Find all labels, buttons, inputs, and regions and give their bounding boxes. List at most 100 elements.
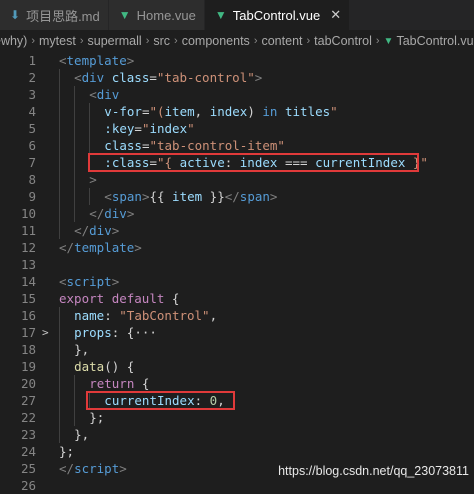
code-line[interactable]: 13 — [0, 256, 474, 273]
code-token: export — [59, 291, 105, 306]
indent-guide — [74, 120, 76, 137]
line-number: 6 — [28, 138, 36, 153]
breadcrumb-item[interactable]: supermall — [88, 34, 142, 48]
code-line[interactable]: 9 <span>{{ item }}</span> — [0, 188, 474, 205]
code-token: "tab-control-item" — [149, 138, 285, 153]
indent-guide — [74, 103, 76, 120]
code-line[interactable]: 20 return { — [0, 375, 474, 392]
code-line[interactable]: 6 class="tab-control-item" — [0, 137, 474, 154]
code-line[interactable]: 2 <div class="tab-control"> — [0, 69, 474, 86]
code-line[interactable]: 8 > — [0, 171, 474, 188]
code-token: > — [111, 223, 120, 238]
code-line[interactable]: 15 export default { — [0, 290, 474, 307]
indent-guide — [59, 120, 60, 137]
breadcrumb-item[interactable]: ewhy) — [0, 34, 27, 48]
code-line[interactable]: 5:key="index" — [0, 120, 474, 137]
code-token: () { — [104, 359, 135, 374]
code-line[interactable]: 22}; — [0, 409, 474, 426]
indent-guide — [59, 426, 60, 443]
code-line[interactable]: 18}, — [0, 341, 474, 358]
indent-guide — [89, 120, 91, 137]
code-line[interactable]: 19 data() { — [0, 358, 474, 375]
code-token: item — [164, 104, 195, 119]
code-line[interactable]: 26 — [0, 477, 474, 494]
code-token: script — [66, 274, 112, 289]
line-number: 19 — [20, 359, 36, 374]
code-token: > — [119, 461, 127, 476]
close-icon[interactable]: ✕ — [330, 7, 341, 23]
code-text: <div class="tab-control"> — [74, 69, 262, 86]
line-number: 4 — [28, 104, 36, 119]
line-number: 20 — [20, 376, 36, 391]
breadcrumb-item[interactable]: mytest — [39, 34, 76, 48]
code-line[interactable]: 1 <template> — [0, 52, 474, 69]
tab-0[interactable]: ⬇ 项目思路.md — [0, 0, 109, 30]
tab-label: Home.vue — [136, 7, 196, 23]
code-line[interactable]: 11 </div> — [0, 222, 474, 239]
code-token: </ — [224, 189, 240, 204]
chevron-right-icon: › — [306, 35, 311, 47]
line-number: 25 — [20, 461, 36, 476]
code-token: div — [89, 223, 112, 238]
code-text: class="tab-control-item" — [104, 137, 285, 154]
code-editor[interactable]: 1 <template> 2 <div class="tab-control"> 3 <d… — [0, 52, 474, 493]
code-line[interactable]: 14 <script> — [0, 273, 474, 290]
code-token: < — [59, 274, 67, 289]
code-line[interactable]: 3 <div — [0, 86, 474, 103]
code-text: data() { — [74, 358, 134, 375]
breadcrumb-item[interactable]: tabControl — [314, 34, 372, 48]
breadcrumb-item[interactable]: content — [261, 34, 302, 48]
code-token: { — [164, 291, 180, 306]
code-token: : { — [111, 325, 135, 340]
code-line[interactable]: 23}, — [0, 426, 474, 443]
line-number: 13 — [20, 257, 36, 272]
code-token: data — [74, 359, 105, 374]
indent-guide — [59, 188, 60, 205]
code-line[interactable]: 17 > props: {··· — [0, 324, 474, 341]
code-line[interactable]: 24}; — [0, 443, 474, 460]
code-token: index — [209, 104, 248, 119]
code-text: }; — [89, 409, 104, 426]
code-token: template — [74, 240, 135, 255]
code-text: name: "TabControl", — [74, 307, 217, 324]
code-token: = — [149, 70, 157, 85]
code-token: template — [66, 53, 127, 68]
code-token: </ — [59, 461, 75, 476]
code-token: span — [239, 189, 270, 204]
indent-guide — [59, 341, 60, 358]
line-number: 27 — [20, 393, 36, 408]
code-text: export default { — [59, 290, 179, 307]
code-token: default — [111, 291, 165, 306]
code-line[interactable]: 27 currentIndex: 0, — [0, 392, 474, 409]
markdown-file-icon: ⬇ — [10, 8, 21, 22]
fold-chevron-icon[interactable]: > — [42, 324, 49, 341]
indent-guide — [74, 392, 76, 409]
line-number: 17 — [20, 325, 36, 340]
tab-2[interactable]: ▼ TabControl.vue ✕ — [204, 0, 351, 30]
code-line[interactable]: 4 v-for="(item, index) in titles" — [0, 103, 474, 120]
breadcrumb-item[interactable]: components — [182, 34, 250, 48]
code-token: }; — [89, 410, 105, 425]
editor-tab-bar: ⬇ 项目思路.md ▼ Home.vue ▼ TabControl.vue ✕ — [0, 0, 474, 30]
chevron-right-icon: › — [79, 35, 84, 47]
code-token: { — [134, 376, 150, 391]
code-line[interactable]: 10 </div> — [0, 205, 474, 222]
code-token: > — [111, 274, 120, 289]
code-token: props — [74, 325, 112, 340]
indent-guide — [59, 392, 60, 409]
chevron-right-icon: › — [145, 35, 150, 47]
breadcrumb-item[interactable]: TabControl.vu — [396, 34, 473, 48]
indent-guide — [59, 375, 60, 392]
indent-guide — [74, 375, 76, 392]
breadcrumb-item[interactable]: src — [153, 34, 170, 48]
tab-1[interactable]: ▼ Home.vue — [108, 0, 205, 30]
code-text: <span>{{ item }}</span> — [104, 188, 277, 205]
code-text: }; — [59, 443, 74, 460]
code-line[interactable]: 12 </template> — [0, 239, 474, 256]
code-token: class — [111, 70, 150, 85]
code-line[interactable]: 16 name: "TabControl", — [0, 307, 474, 324]
watermark: https://blog.csdn.net/qq_23073811 — [278, 464, 469, 478]
line-number: 3 — [28, 87, 36, 102]
line-number: 7 — [28, 155, 36, 170]
code-token: < — [104, 189, 112, 204]
